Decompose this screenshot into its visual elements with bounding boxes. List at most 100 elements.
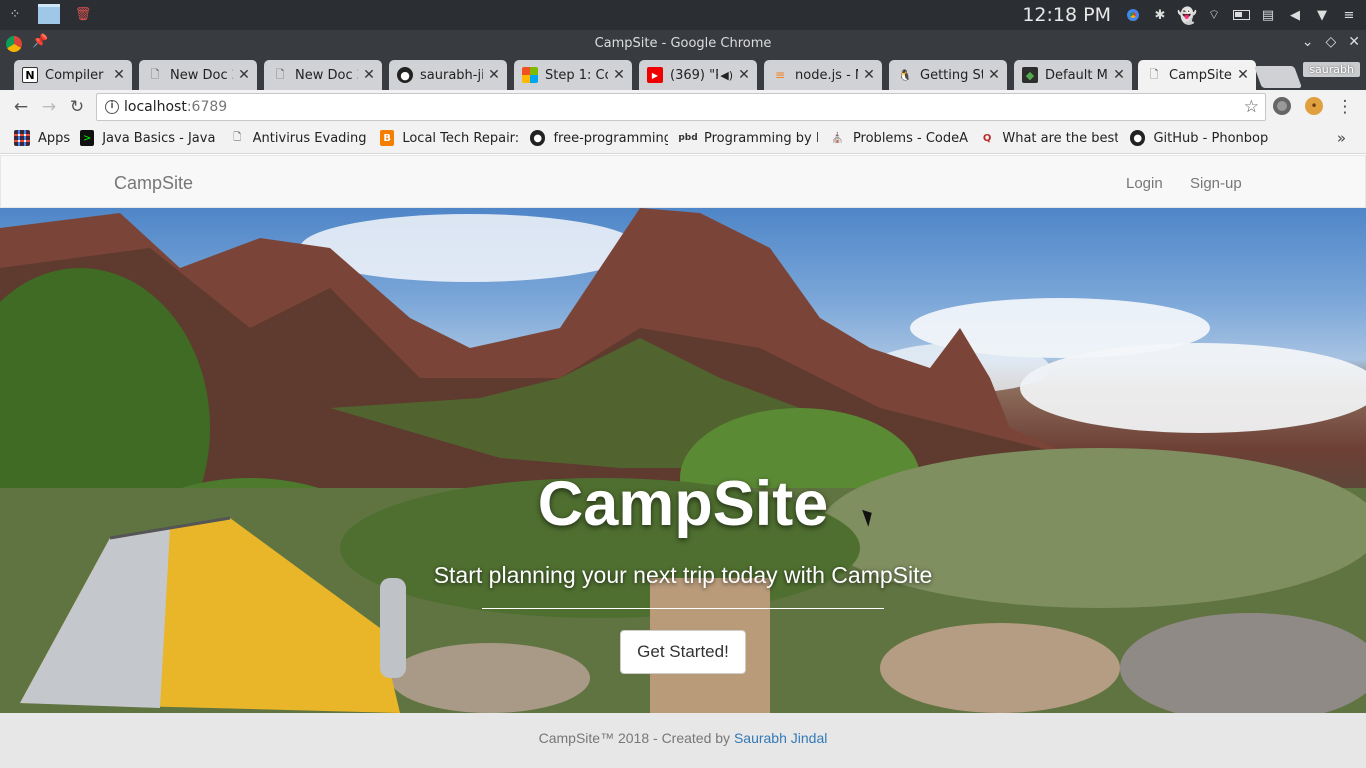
pbd-icon: pbd (678, 133, 698, 143)
audio-playing-icon[interactable]: ◀) (720, 69, 733, 82)
bookmark-label: free-programming (553, 130, 668, 146)
document-icon: 🗋 (1149, 67, 1159, 81)
app-launcher-icon[interactable]: ⁘ (6, 5, 24, 23)
tab-youtube[interactable]: ▶ (369) "P ◀) ✕ (639, 60, 757, 90)
os-top-panel: ⁘ 🗑 12:18 PM ✱ 👻 ⌔ ▤ ◀ ▼ ≡ (0, 0, 1366, 30)
bluetooth-icon[interactable]: ✱ (1151, 6, 1169, 24)
trash-icon[interactable]: 🗑 (74, 5, 92, 23)
maximize-icon[interactable]: ◇ (1325, 34, 1336, 50)
ghost-app-icon[interactable]: 👻 (1177, 6, 1197, 25)
close-tab-icon[interactable]: ✕ (987, 67, 1001, 83)
cookie-extension-icon[interactable]: • (1305, 97, 1323, 115)
github-icon: ● (397, 67, 413, 83)
tab-label: Step 1: Cor (545, 67, 608, 83)
bookmark-apps[interactable]: Apps (14, 130, 70, 146)
bookmark-label: What are the best v (1002, 130, 1118, 146)
tab-label: Default Mo (1045, 67, 1108, 83)
tab-default-mongo[interactable]: ◆ Default Mo ✕ (1014, 60, 1132, 90)
bookmarks-bar: Apps > Java Basics - Java Pr 🗋 Antivirus… (0, 124, 1366, 154)
panel-menu-icon[interactable]: ≡ (1340, 6, 1358, 24)
tab-nodejs[interactable]: ≡ node.js - N ✕ (764, 60, 882, 90)
bookmark-java-basics[interactable]: > Java Basics - Java Pr (80, 130, 218, 146)
tab-github-saurabh[interactable]: ● saurabh-jin ✕ (389, 60, 507, 90)
bookmarks-overflow-icon[interactable]: » (1337, 129, 1346, 147)
apps-grid-icon (14, 130, 30, 146)
tab-getting-started[interactable]: 🐧 Getting Sta ✕ (889, 60, 1007, 90)
bookmark-free-programming[interactable]: ● free-programming (530, 130, 668, 146)
site-navbar: CampSite Login Sign-up (0, 155, 1366, 208)
close-tab-icon[interactable]: ✕ (112, 67, 126, 83)
signup-link[interactable]: Sign-up (1190, 175, 1242, 192)
close-tab-icon[interactable]: ✕ (1112, 67, 1126, 83)
minimize-icon[interactable]: ⌄ (1302, 34, 1314, 50)
hero-section: CampSite Start planning your next trip t… (0, 208, 1366, 713)
desktop-pager-icon[interactable] (38, 4, 60, 24)
hero-subtitle: Start planning your next trip today with… (433, 562, 933, 588)
hero-divider (482, 608, 884, 609)
close-tab-icon[interactable]: ✕ (612, 67, 626, 83)
bookmark-label: Antivirus Evading P (252, 130, 368, 146)
new-tab-button[interactable] (1253, 66, 1303, 88)
wifi-icon[interactable]: ⌔ (1205, 6, 1223, 24)
tab-new-doc-2[interactable]: 🗋 New Doc 2( ✕ (264, 60, 382, 90)
github-icon: ● (530, 130, 546, 146)
tab-label: New Doc 2( (170, 67, 233, 83)
close-tab-icon[interactable]: ✕ (237, 67, 251, 83)
login-link[interactable]: Login (1126, 175, 1163, 192)
github-icon: ● (1130, 130, 1146, 146)
back-arrow-icon[interactable]: ← (10, 96, 32, 118)
codeabbey-icon: ⛪ (831, 132, 844, 144)
system-clock[interactable]: 12:18 PM (1022, 4, 1111, 26)
get-started-button[interactable]: Get Started! (620, 630, 746, 674)
document-icon: 🗋 (233, 131, 242, 143)
tab-step-1[interactable]: Step 1: Cor ✕ (514, 60, 632, 90)
profile-button[interactable]: saurabh (1303, 62, 1360, 77)
close-tab-icon[interactable]: ✕ (1236, 67, 1250, 83)
tab-label: saurabh-jin (420, 67, 483, 83)
close-tab-icon[interactable]: ✕ (862, 67, 876, 83)
address-bar[interactable]: i localhost:6789 ☆ (96, 93, 1266, 121)
quora-icon: Q (982, 132, 992, 144)
window-titlebar: 📌 CampSite - Google Chrome ⌄ ◇ ✕ (0, 30, 1366, 58)
tab-new-doc-1[interactable]: 🗋 New Doc 2( ✕ (139, 60, 257, 90)
mongodb-icon: ◆ (1022, 67, 1038, 83)
microsoft-icon (522, 67, 538, 83)
bookmark-label: Problems - CodeAb (852, 130, 968, 146)
volume-icon[interactable]: ◀ (1286, 6, 1304, 24)
chrome-tray-icon[interactable] (1124, 6, 1142, 24)
bookmark-codeabbey[interactable]: ⛪ Problems - CodeAb (830, 130, 968, 146)
close-tab-icon[interactable]: ✕ (362, 67, 376, 83)
footer-text: CampSite™ 2018 - Created by (538, 730, 734, 746)
url-host: localhost (124, 99, 187, 115)
extension-circle-icon[interactable] (1273, 97, 1291, 115)
tab-label: New Doc 2( (295, 67, 358, 83)
bookmark-programming-by-d[interactable]: pbd Programming by D (678, 130, 818, 146)
terminal-icon: > (80, 130, 95, 146)
tray-expand-icon[interactable]: ▼ (1313, 6, 1331, 24)
chrome-menu-icon[interactable]: ⋮ (1334, 96, 1356, 118)
tab-compiler[interactable]: N Compiler D ✕ (14, 60, 132, 90)
bookmark-quora[interactable]: Q What are the best v (980, 130, 1118, 146)
site-info-icon[interactable]: i (105, 100, 119, 114)
navbar-brand[interactable]: CampSite (114, 173, 193, 194)
tab-label: Compiler D (45, 67, 108, 83)
bookmark-local-tech[interactable]: B Local Tech Repair: E (380, 130, 518, 146)
document-icon: 🗋 (275, 67, 285, 81)
page-viewport: CampSite Login Sign-up CampSite Start pl… (0, 155, 1366, 768)
bookmark-antivirus[interactable]: 🗋 Antivirus Evading P (230, 130, 368, 146)
author-link[interactable]: Saurabh Jindal (734, 730, 827, 746)
forward-arrow-icon[interactable]: → (38, 96, 60, 118)
site-footer: CampSite™ 2018 - Created by Saurabh Jind… (0, 713, 1366, 768)
reload-icon[interactable]: ↻ (66, 96, 88, 118)
close-window-icon[interactable]: ✕ (1348, 34, 1360, 50)
bookmark-github-phonbopi[interactable]: ● GitHub - Phonbopi (1130, 130, 1268, 146)
close-tab-icon[interactable]: ✕ (737, 67, 751, 83)
window-title: CampSite - Google Chrome (594, 36, 772, 51)
close-tab-icon[interactable]: ✕ (487, 67, 501, 83)
screen: ⁘ 🗑 12:18 PM ✱ 👻 ⌔ ▤ ◀ ▼ ≡ 📌 CampSite - … (0, 0, 1366, 768)
battery-icon[interactable] (1232, 6, 1250, 24)
clipboard-icon[interactable]: ▤ (1259, 6, 1277, 24)
bookmark-star-icon[interactable]: ☆ (1244, 97, 1259, 117)
tab-campsite[interactable]: 🗋 CampSite ✕ (1138, 60, 1256, 90)
bookmark-label: Apps (38, 130, 71, 146)
